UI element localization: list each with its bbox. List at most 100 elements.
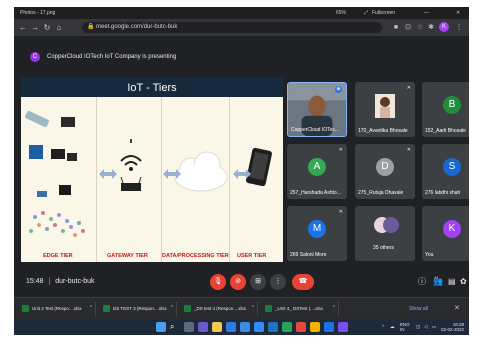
participant-avatar: S — [443, 158, 461, 176]
gateway-illustration — [120, 139, 142, 191]
address-bar[interactable]: 🔒 meet.google.com/dur-butc-buk — [82, 22, 382, 33]
present-now-button[interactable]: ⊞ — [250, 274, 266, 290]
participant-avatar: M — [308, 220, 326, 238]
participant-tile[interactable]: M ✕ 269 Saloni More — [287, 206, 347, 261]
close-window-icon[interactable]: ✕ — [456, 10, 460, 16]
tier-label-user: USER TIER — [237, 253, 267, 259]
chevron-up-icon[interactable]: ^ — [171, 305, 173, 311]
edge-icon[interactable] — [226, 322, 236, 332]
chrome-icon[interactable] — [310, 322, 320, 332]
tier-divider — [96, 97, 97, 262]
zoom-level: 65% — [336, 10, 347, 16]
download-item[interactable]: Unit 2 Test (Respo....xlsx ^ — [20, 302, 96, 316]
file-explorer-icon[interactable] — [212, 322, 222, 332]
screen: Photos - 17.png 65% ⤢ Fullscreen — ✕ ← →… — [14, 7, 469, 335]
download-item[interactable]: _DS test 4 (Respon....xlsx ^ — [182, 302, 258, 316]
activities-icon[interactable]: ✿ — [460, 277, 467, 286]
profile-avatar[interactable]: K — [439, 22, 449, 32]
presenter-avatar: C — [30, 52, 40, 62]
participant-tile[interactable]: D ✕ 275_Rutuja Dhavale — [355, 144, 415, 199]
browser-menu-icon[interactable]: ⋮ — [455, 24, 463, 31]
chat-icon[interactable]: ▤ — [448, 277, 456, 286]
close-shelf-icon[interactable]: ✕ — [454, 304, 460, 312]
download-item[interactable]: _Unit 4_ DSTest (....xlsx ^ — [263, 302, 339, 316]
photos-titlebar: Photos - 17.png 65% ⤢ Fullscreen — ✕ — [14, 7, 469, 19]
others-avatars — [374, 217, 399, 233]
participant-name: 275_Rutuja Dhavale — [358, 190, 404, 196]
language-bottom: IN — [400, 327, 405, 332]
participant-name: You — [425, 252, 434, 258]
spreadsheet-icon — [103, 305, 110, 312]
participant-tile[interactable]: S ✕ 276 labdhi shah — [422, 144, 469, 199]
meeting-code: dur-butc-buk — [55, 278, 95, 285]
download-filename: DS TEST 3 (Respon....xlsx — [113, 306, 167, 311]
smartphone-icon — [246, 147, 272, 187]
store-icon[interactable] — [240, 322, 250, 332]
download-filename: _DS test 4 (Respon....xlsx — [194, 306, 247, 311]
spreadsheet-icon — [22, 305, 29, 312]
back-icon[interactable]: ← — [18, 23, 28, 32]
start-icon[interactable] — [156, 322, 166, 332]
excel-icon[interactable] — [282, 322, 292, 332]
tier-divider — [161, 97, 162, 262]
language-indicator[interactable]: ENG IN — [400, 322, 410, 332]
home-icon[interactable]: ⌂ — [54, 23, 64, 32]
others-tile[interactable]: 35 others — [355, 206, 415, 261]
zoom-app-icon[interactable] — [254, 322, 264, 332]
participant-photo — [375, 94, 395, 118]
mic-toggle-button[interactable]: 🎙 — [210, 274, 226, 290]
search-icon[interactable]: ⌕ — [170, 322, 180, 332]
chevron-up-icon[interactable]: ^ — [90, 305, 92, 311]
teams-icon[interactable] — [198, 322, 208, 332]
camera-toggle-button[interactable]: ⊘ — [230, 274, 246, 290]
participant-tile-self[interactable]: K ✕ You — [422, 206, 469, 261]
bidirectional-arrow-icon — [233, 169, 251, 179]
extensions-icon[interactable]: ✱ — [427, 24, 435, 31]
forward-icon[interactable]: → — [30, 23, 40, 32]
camera-icon[interactable]: ■ — [392, 24, 400, 31]
word-icon[interactable] — [268, 322, 278, 332]
chevron-up-icon[interactable]: ^ — [333, 305, 335, 311]
mic-off-icon: ✕ — [406, 147, 411, 153]
fullscreen-icon[interactable]: ⤢ — [364, 10, 368, 16]
participant-tile[interactable]: A ✕ 257_Harshada Ashto... — [287, 144, 347, 199]
reload-icon[interactable]: ↻ — [42, 23, 52, 32]
tray-chevron-icon[interactable]: ^ — [382, 324, 384, 329]
shared-slide: IoT - Tiers EDGE TIER GATEWAY TIER DATA/… — [21, 77, 283, 262]
participant-name: 152_Aarti Bhosale — [425, 128, 466, 134]
spreadsheet-icon — [265, 305, 272, 312]
more-options-button[interactable]: ⋮ — [270, 274, 286, 290]
volume-icon[interactable]: ◁ — [424, 324, 427, 329]
bidirectional-arrow-icon — [99, 169, 117, 179]
task-view-icon[interactable] — [184, 322, 194, 332]
app-icon[interactable] — [338, 322, 348, 332]
clock[interactable]: 16:28 02-02-2022 — [441, 322, 464, 332]
minimize-icon[interactable]: — — [424, 10, 429, 16]
windows-taskbar: ⌕ ^ ☁ ENG IN ◫ ◁ ▭ 16:28 02-02-2022 — [14, 319, 469, 335]
lock-icon: 🔒 — [87, 24, 95, 30]
share-icon[interactable]: ⊡ — [404, 24, 412, 31]
participant-tile-presenter[interactable]: ◉ CopperCloud IOTec... — [287, 82, 347, 137]
url-text[interactable]: meet.google.com/dur-butc-buk — [96, 24, 177, 30]
show-all-downloads-link[interactable]: Show all — [409, 306, 428, 312]
tier-label-data-processing: DATA/PROCESSING TIER — [162, 253, 229, 259]
edge-devices-illustration — [25, 110, 85, 237]
network-icon[interactable]: ◫ — [416, 324, 420, 329]
photos-app-icon[interactable] — [296, 322, 306, 332]
participant-tile[interactable]: B ✕ 152_Aarti Bhosale — [422, 82, 469, 137]
meeting-info-icon[interactable]: ⓘ — [418, 277, 426, 286]
bookmark-star-icon[interactable]: ☆ — [416, 24, 424, 31]
chevron-up-icon[interactable]: ^ — [252, 305, 254, 311]
fullscreen-button[interactable]: Fullscreen — [372, 10, 395, 16]
people-icon[interactable]: 👥 — [433, 277, 443, 286]
app-icon[interactable] — [324, 322, 334, 332]
participant-name: CopperCloud IOTec... — [291, 127, 340, 133]
download-item[interactable]: DS TEST 3 (Respon....xlsx ^ — [101, 302, 177, 316]
cloud-tray-icon[interactable]: ☁ — [390, 324, 395, 329]
participant-avatar: A — [308, 158, 326, 176]
participant-tile[interactable]: ✕ 170_Avantika Bhosale — [355, 82, 415, 137]
battery-icon[interactable]: ▭ — [432, 324, 436, 329]
meeting-time: 15:48 — [26, 278, 44, 285]
end-call-button[interactable]: ☎ — [292, 274, 314, 290]
self-avatar: K — [443, 220, 461, 238]
